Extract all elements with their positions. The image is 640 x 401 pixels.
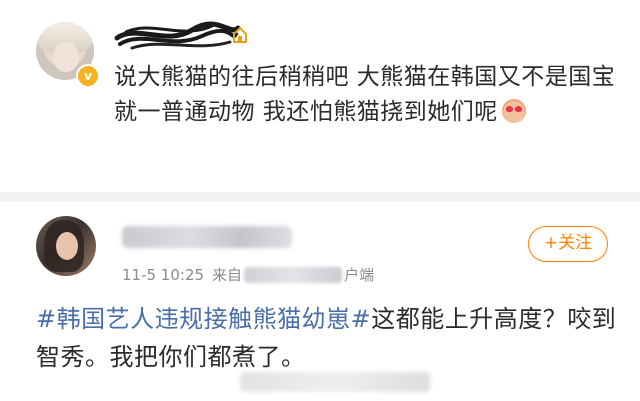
weibo-screenshot: v 说大熊猫的往后稍稍吧 大熊猫在韩国又不是国宝 就一普通动物 我还怕熊猫挠到她… xyxy=(0,0,640,401)
blurred-watermark xyxy=(240,372,430,392)
house-icon xyxy=(233,26,247,43)
divider xyxy=(0,192,640,202)
blurred-source xyxy=(244,266,343,283)
post-meta: 11-5 10:25 来自 户端 xyxy=(122,264,374,285)
post-text: #韩国艺人违规接触熊猫幼崽#这都能上升高度？咬到智秀。我把你们都煮了。 xyxy=(36,300,626,376)
avatar-face xyxy=(53,42,79,72)
source-suffix: 户端 xyxy=(344,266,375,284)
follow-button[interactable]: +关注 xyxy=(528,226,608,262)
source-prefix: 来自 xyxy=(212,266,243,284)
avatar-face xyxy=(56,232,78,260)
post-text: 说大熊猫的往后稍稍吧 大熊猫在韩国又不是国宝 就一普通动物 我还怕熊猫挠到她们呢 xyxy=(114,60,634,130)
verified-badge-icon: v xyxy=(76,64,100,88)
heart-eyes-emoji-icon xyxy=(501,99,526,123)
post-body: 说大熊猫的往后稍稍吧 大熊猫在韩国又不是国宝 就一普通动物 我还怕熊猫挠到她们呢 xyxy=(114,64,616,125)
redacted-username-scribble xyxy=(114,21,241,50)
post-time: 11-5 10:25 xyxy=(122,265,205,284)
post-card-1: v 说大熊猫的往后稍稍吧 大熊猫在韩国又不是国宝 就一普通动物 我还怕熊猫挠到她… xyxy=(0,0,640,192)
avatar[interactable] xyxy=(36,216,96,276)
blurred-username[interactable] xyxy=(122,226,292,248)
post-card-2: 11-5 10:25 来自 户端 +关注 #韩国艺人违规接触熊猫幼崽#这都能上升… xyxy=(0,202,640,401)
topic-hashtag-link[interactable]: #韩国艺人违规接触熊猫幼崽# xyxy=(36,305,371,333)
